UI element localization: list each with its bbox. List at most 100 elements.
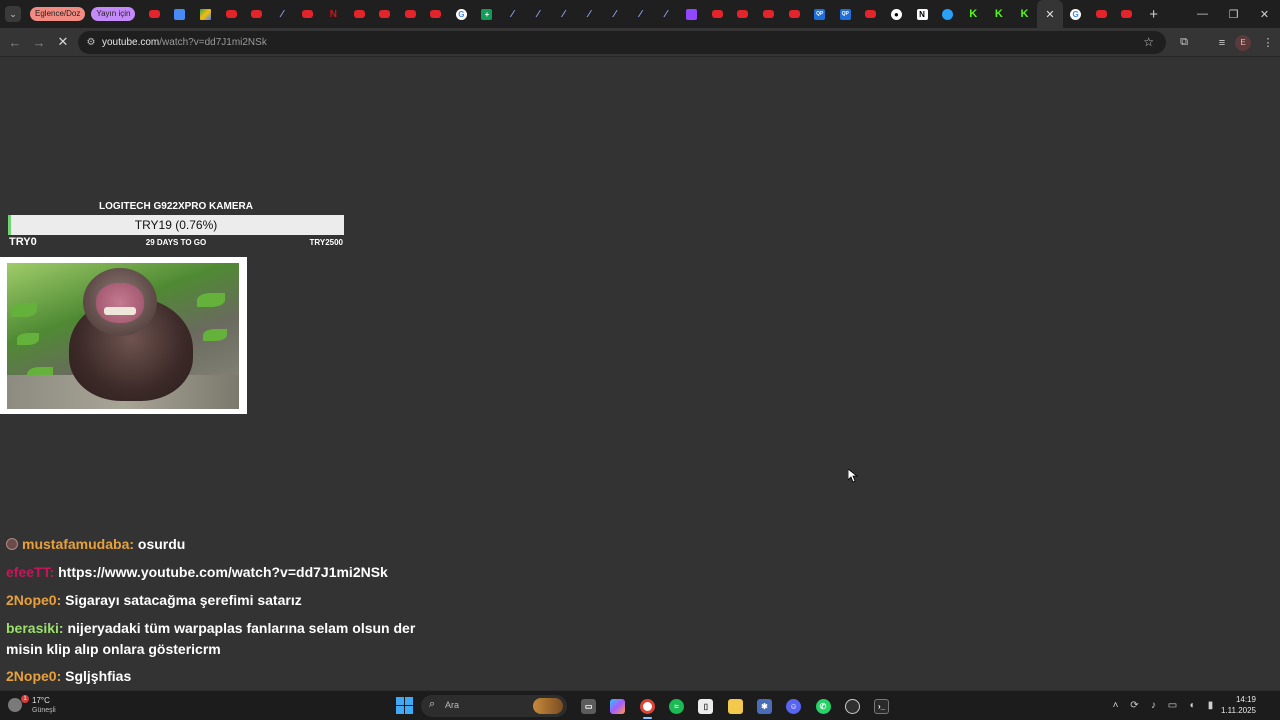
browser-tab[interactable]: QP	[807, 0, 833, 28]
site-info-icon[interactable]: ⚙	[80, 37, 102, 48]
browser-tab[interactable]	[1088, 0, 1114, 28]
media-controls-icon[interactable]: ≡	[1210, 37, 1234, 49]
chat-message: berasiki: nijeryadaki tüm warpaplas fanl…	[6, 618, 446, 660]
browser-tab[interactable]: N	[909, 0, 935, 28]
menu-icon[interactable]: ⋮	[1256, 36, 1280, 49]
active-tab[interactable]: ✕	[1037, 0, 1063, 28]
browser-tab[interactable]: ∕	[500, 0, 526, 28]
taskbar-clock[interactable]: 14:19 1.11.2025	[1221, 694, 1256, 716]
browser-tab[interactable]	[218, 0, 244, 28]
new-tab-button[interactable]: +	[1142, 6, 1166, 23]
browser-tab[interactable]	[781, 0, 807, 28]
browser-tab[interactable]	[346, 0, 372, 28]
feather-icon: ∕	[665, 8, 667, 20]
monkey-overlay-image	[0, 257, 247, 414]
youtube-icon	[148, 10, 160, 18]
taskbar-apps: ▭ ≈ ▯ ✱ ☺ ✆ ›_	[574, 695, 896, 719]
tab-group-chip[interactable]: Yayın için	[91, 7, 136, 21]
twitch-app-icon[interactable]: ▯	[691, 695, 720, 717]
bookmark-star-icon[interactable]: ☆	[1143, 35, 1154, 49]
browser-tab[interactable]: K	[960, 0, 986, 28]
chat-message: 2Nope0: Sgljşhfias	[6, 666, 446, 687]
close-tab-icon[interactable]: ✕	[1045, 8, 1054, 21]
browser-tab[interactable]	[295, 0, 321, 28]
browser-tab[interactable]: ∕	[269, 0, 295, 28]
chat-message: 2Nope0: Sigarayı satacağma şerefimi sata…	[6, 590, 446, 611]
chat-text: Sigarayı satacağma şerefimi satarız	[65, 592, 302, 608]
browser-tab[interactable]	[193, 0, 219, 28]
youtube-icon	[302, 10, 314, 18]
browser-tab[interactable]	[705, 0, 731, 28]
browser-tab[interactable]: N	[321, 0, 347, 28]
search-icon: ⌕	[429, 698, 436, 710]
browser-tab[interactable]	[679, 0, 705, 28]
browser-tab[interactable]: G	[449, 0, 475, 28]
close-window-button[interactable]: ✕	[1249, 0, 1280, 28]
chat-text: Sgljşhfias	[65, 668, 132, 684]
browser-tab[interactable]	[756, 0, 782, 28]
github-icon: ●	[890, 8, 902, 20]
chevron-up-icon[interactable]: ˄	[1106, 696, 1125, 716]
browser-tab[interactable]	[167, 0, 193, 28]
browser-tab[interactable]	[423, 0, 449, 28]
browser-tab[interactable]	[1114, 0, 1140, 28]
volume-icon[interactable]: ◖	[1182, 696, 1201, 716]
goal-title: LOGITECH G922XPRO KAMERA	[99, 201, 253, 212]
browser-tab[interactable]	[730, 0, 756, 28]
browser-tab[interactable]: K	[986, 0, 1012, 28]
clock-date: 1.11.2025	[1221, 706, 1256, 715]
tab-group-chip[interactable]: Eglence/Doz	[30, 7, 86, 21]
battery-icon[interactable]: ▮	[1201, 696, 1220, 716]
terminal-icon[interactable]: ›_	[867, 695, 896, 717]
chrome-icon[interactable]	[633, 695, 662, 719]
obs-icon[interactable]	[838, 695, 867, 717]
browser-tab[interactable]: ∕	[602, 0, 628, 28]
browser-tab[interactable]: G	[1063, 0, 1089, 28]
url-path: /watch?v=dd7J1mi2NSk	[159, 37, 267, 48]
whatsapp-icon[interactable]: ✆	[808, 695, 837, 717]
start-button[interactable]	[396, 697, 413, 714]
forward-button[interactable]: →	[27, 30, 51, 54]
display-icon[interactable]: ▭	[1163, 696, 1182, 716]
copilot-icon[interactable]	[603, 695, 632, 717]
browser-tab[interactable]: ●	[884, 0, 910, 28]
browser-tab[interactable]: ∕	[577, 0, 603, 28]
url-text[interactable]: youtube.com/watch?v=dd7J1mi2NSk	[102, 37, 267, 48]
browser-tab[interactable]	[935, 0, 961, 28]
browser-tab[interactable]: QP	[832, 0, 858, 28]
browser-tab[interactable]	[858, 0, 884, 28]
goal-end-label: TRY2500	[309, 238, 344, 247]
donation-goal-widget: LOGITECH G922XPRO KAMERA TRY19 (0.76%) T…	[8, 200, 344, 250]
browser-tab[interactable]: ∕	[628, 0, 654, 28]
settings-app-icon[interactable]: ✱	[750, 695, 779, 717]
minimize-button[interactable]: —	[1187, 0, 1218, 28]
address-bar[interactable]: ⚙ youtube.com/watch?v=dd7J1mi2NSk ☆	[78, 31, 1166, 54]
browser-tab[interactable]	[372, 0, 398, 28]
browser-tab[interactable]: K	[1012, 0, 1038, 28]
taskbar-search[interactable]: ⌕ Ara	[421, 695, 567, 717]
goal-amount: TRY19 (0.76%)	[134, 218, 218, 232]
browser-tab[interactable]: ∕	[551, 0, 577, 28]
weather-widget[interactable]: 1 17°C Güneşli	[6, 694, 66, 718]
stop-loading-button[interactable]: ✕	[51, 30, 75, 54]
discord-icon[interactable]: ☺	[779, 695, 808, 717]
browser-tab[interactable]	[244, 0, 270, 28]
profile-avatar[interactable]: E	[1235, 34, 1251, 51]
browser-tab[interactable]	[141, 0, 167, 28]
spotify-icon[interactable]: ≈	[662, 695, 691, 717]
url-host: youtube.com	[102, 37, 160, 48]
file-explorer-icon[interactable]	[720, 695, 749, 717]
task-view-icon[interactable]: ▭	[574, 695, 603, 717]
browser-tab[interactable]: ∕	[525, 0, 551, 28]
restore-button[interactable]: ❐	[1218, 0, 1249, 28]
chat-text: osurdu	[137, 536, 186, 552]
browser-tab[interactable]	[397, 0, 423, 28]
browser-tab[interactable]: +	[474, 0, 500, 28]
youtube-icon	[737, 10, 749, 18]
sync-icon[interactable]: ⟳	[1125, 696, 1144, 716]
back-button[interactable]: ←	[3, 30, 27, 54]
extensions-icon[interactable]: ⧉	[1172, 36, 1196, 49]
browser-tab[interactable]: ∕	[653, 0, 679, 28]
microphone-icon[interactable]: ♪	[1144, 696, 1163, 716]
tab-search-button[interactable]: ⌄	[5, 6, 21, 22]
